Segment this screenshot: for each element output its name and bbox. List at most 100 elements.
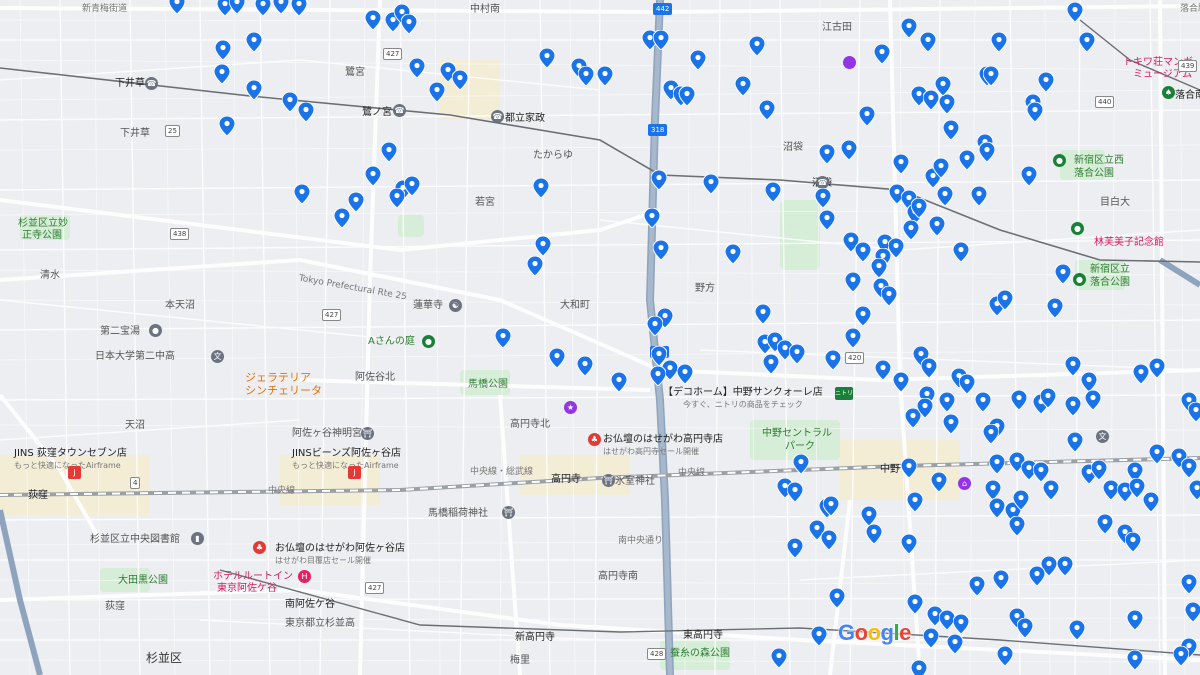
location-pin-icon[interactable] (901, 534, 917, 554)
location-pin-icon[interactable] (829, 588, 845, 608)
location-pin-icon[interactable] (679, 86, 695, 106)
location-pin-icon[interactable] (1017, 618, 1033, 638)
location-pin-icon[interactable] (989, 454, 1005, 474)
location-pin-icon[interactable] (871, 258, 887, 278)
map-label[interactable]: JINSビーンズ阿佐ヶ谷店 (292, 448, 401, 460)
map-label[interactable]: 氷室神社 (615, 476, 655, 488)
location-pin-icon[interactable] (1185, 602, 1200, 622)
location-pin-icon[interactable] (815, 188, 831, 208)
location-pin-icon[interactable] (294, 184, 310, 204)
location-pin-icon[interactable] (577, 356, 593, 376)
location-pin-icon[interactable] (923, 628, 939, 648)
location-pin-icon[interactable] (866, 524, 882, 544)
location-pin-icon[interactable] (214, 64, 230, 84)
map-label[interactable]: 【デコホーム】中野サンクォーレ店 (663, 387, 823, 399)
location-pin-icon[interactable] (404, 176, 420, 196)
map-label[interactable]: 東高円寺 (683, 630, 723, 642)
location-pin-icon[interactable] (1133, 364, 1149, 384)
location-pin-icon[interactable] (1029, 566, 1045, 586)
location-pin-icon[interactable] (893, 154, 909, 174)
map-label[interactable]: 新宿区立 (1090, 264, 1130, 276)
map-label[interactable]: はせがわ高円寺セール開催 (603, 447, 699, 456)
location-pin-icon[interactable] (650, 366, 666, 386)
location-pin-icon[interactable] (229, 0, 245, 14)
location-pin-icon[interactable] (911, 198, 927, 218)
map-label[interactable]: はせがわ目覆店セール開催 (275, 556, 371, 565)
map-label[interactable]: 東京阿佐ケ谷 (217, 583, 277, 595)
location-pin-icon[interactable] (821, 530, 837, 550)
location-pin-icon[interactable] (334, 208, 350, 228)
map-label[interactable]: 沼袋 (783, 142, 803, 154)
location-pin-icon[interactable] (943, 120, 959, 140)
poi-icon[interactable]: ▮ (191, 532, 204, 545)
location-pin-icon[interactable] (959, 374, 975, 394)
poi-icon[interactable]: J (68, 466, 81, 479)
location-pin-icon[interactable] (921, 358, 937, 378)
location-pin-icon[interactable] (947, 634, 963, 654)
map-label[interactable]: お仏壇のはせがわ阿佐ヶ谷店 (275, 543, 405, 555)
location-pin-icon[interactable] (929, 216, 945, 236)
poi-icon[interactable]: H (298, 570, 311, 583)
location-pin-icon[interactable] (1149, 358, 1165, 378)
location-pin-icon[interactable] (959, 150, 975, 170)
location-pin-icon[interactable] (911, 660, 927, 675)
location-pin-icon[interactable] (703, 174, 719, 194)
map-label[interactable]: 中村南 (470, 4, 500, 16)
poi-icon[interactable]: 文 (1096, 430, 1109, 443)
location-pin-icon[interactable] (1040, 388, 1056, 408)
map-label[interactable]: Aさんの庭 (368, 336, 415, 348)
location-pin-icon[interactable] (1055, 264, 1071, 284)
poi-icon[interactable]: ⛩ (502, 506, 515, 519)
location-pin-icon[interactable] (282, 92, 298, 112)
location-pin-icon[interactable] (787, 482, 803, 502)
location-pin-icon[interactable] (219, 116, 235, 136)
poi-icon[interactable]: ⛩ (361, 427, 374, 440)
map-label[interactable]: 鷺宮 (345, 67, 365, 79)
map-label[interactable]: 第二宝湯 (100, 326, 140, 338)
location-pin-icon[interactable] (819, 144, 835, 164)
location-pin-icon[interactable] (246, 80, 262, 100)
location-pin-icon[interactable] (993, 570, 1009, 590)
location-pin-icon[interactable] (495, 328, 511, 348)
location-pin-icon[interactable] (881, 286, 897, 306)
location-pin-icon[interactable] (169, 0, 185, 14)
map-label[interactable]: 落合公園 (1074, 168, 1114, 180)
location-pin-icon[interactable] (255, 0, 271, 16)
map-label[interactable]: JINS 荻窪タウンセブン店 (14, 448, 127, 460)
poi-icon[interactable]: ♠ (1162, 86, 1175, 99)
location-pin-icon[interactable] (677, 364, 693, 384)
map-label[interactable]: 高円寺北 (510, 419, 550, 431)
location-pin-icon[interactable] (935, 76, 951, 96)
map-label[interactable]: 東京都立杉並高 (285, 618, 355, 630)
map-label[interactable]: 落合南 (1175, 90, 1200, 102)
map-label[interactable]: お仏壇のはせがわ高円寺店 (603, 434, 723, 446)
poi-icon[interactable]: ☎ (491, 110, 504, 123)
location-pin-icon[interactable] (983, 66, 999, 86)
map-label[interactable]: 都立家政 (505, 113, 545, 125)
location-pin-icon[interactable] (291, 0, 307, 16)
location-pin-icon[interactable] (875, 360, 891, 380)
location-pin-icon[interactable] (1065, 356, 1081, 376)
location-pin-icon[interactable] (823, 496, 839, 516)
map-label[interactable]: 高円寺 (551, 474, 581, 486)
location-pin-icon[interactable] (533, 178, 549, 198)
map-label[interactable]: 梅里 (510, 655, 530, 667)
location-pin-icon[interactable] (793, 454, 809, 474)
location-pin-icon[interactable] (1027, 102, 1043, 122)
location-pin-icon[interactable] (1149, 444, 1165, 464)
location-pin-icon[interactable] (401, 14, 417, 34)
location-pin-icon[interactable] (953, 614, 969, 634)
map-label[interactable]: 日本大学第二中高 (95, 351, 175, 363)
location-pin-icon[interactable] (735, 76, 751, 96)
location-pin-icon[interactable] (953, 242, 969, 262)
map-label[interactable]: 馬橋公園 (468, 379, 508, 391)
map-label[interactable]: ホテルルートイン (213, 571, 293, 583)
map-label[interactable]: 阿佐谷北 (355, 372, 395, 384)
map-label[interactable]: 若宮 (475, 197, 495, 209)
poi-icon[interactable]: ● (1071, 222, 1084, 235)
location-pin-icon[interactable] (845, 272, 861, 292)
map-label[interactable]: 鷺ノ宮 (362, 107, 392, 119)
map-label[interactable]: 南中央通り (618, 536, 663, 546)
location-pin-icon[interactable] (855, 306, 871, 326)
location-pin-icon[interactable] (903, 220, 919, 240)
